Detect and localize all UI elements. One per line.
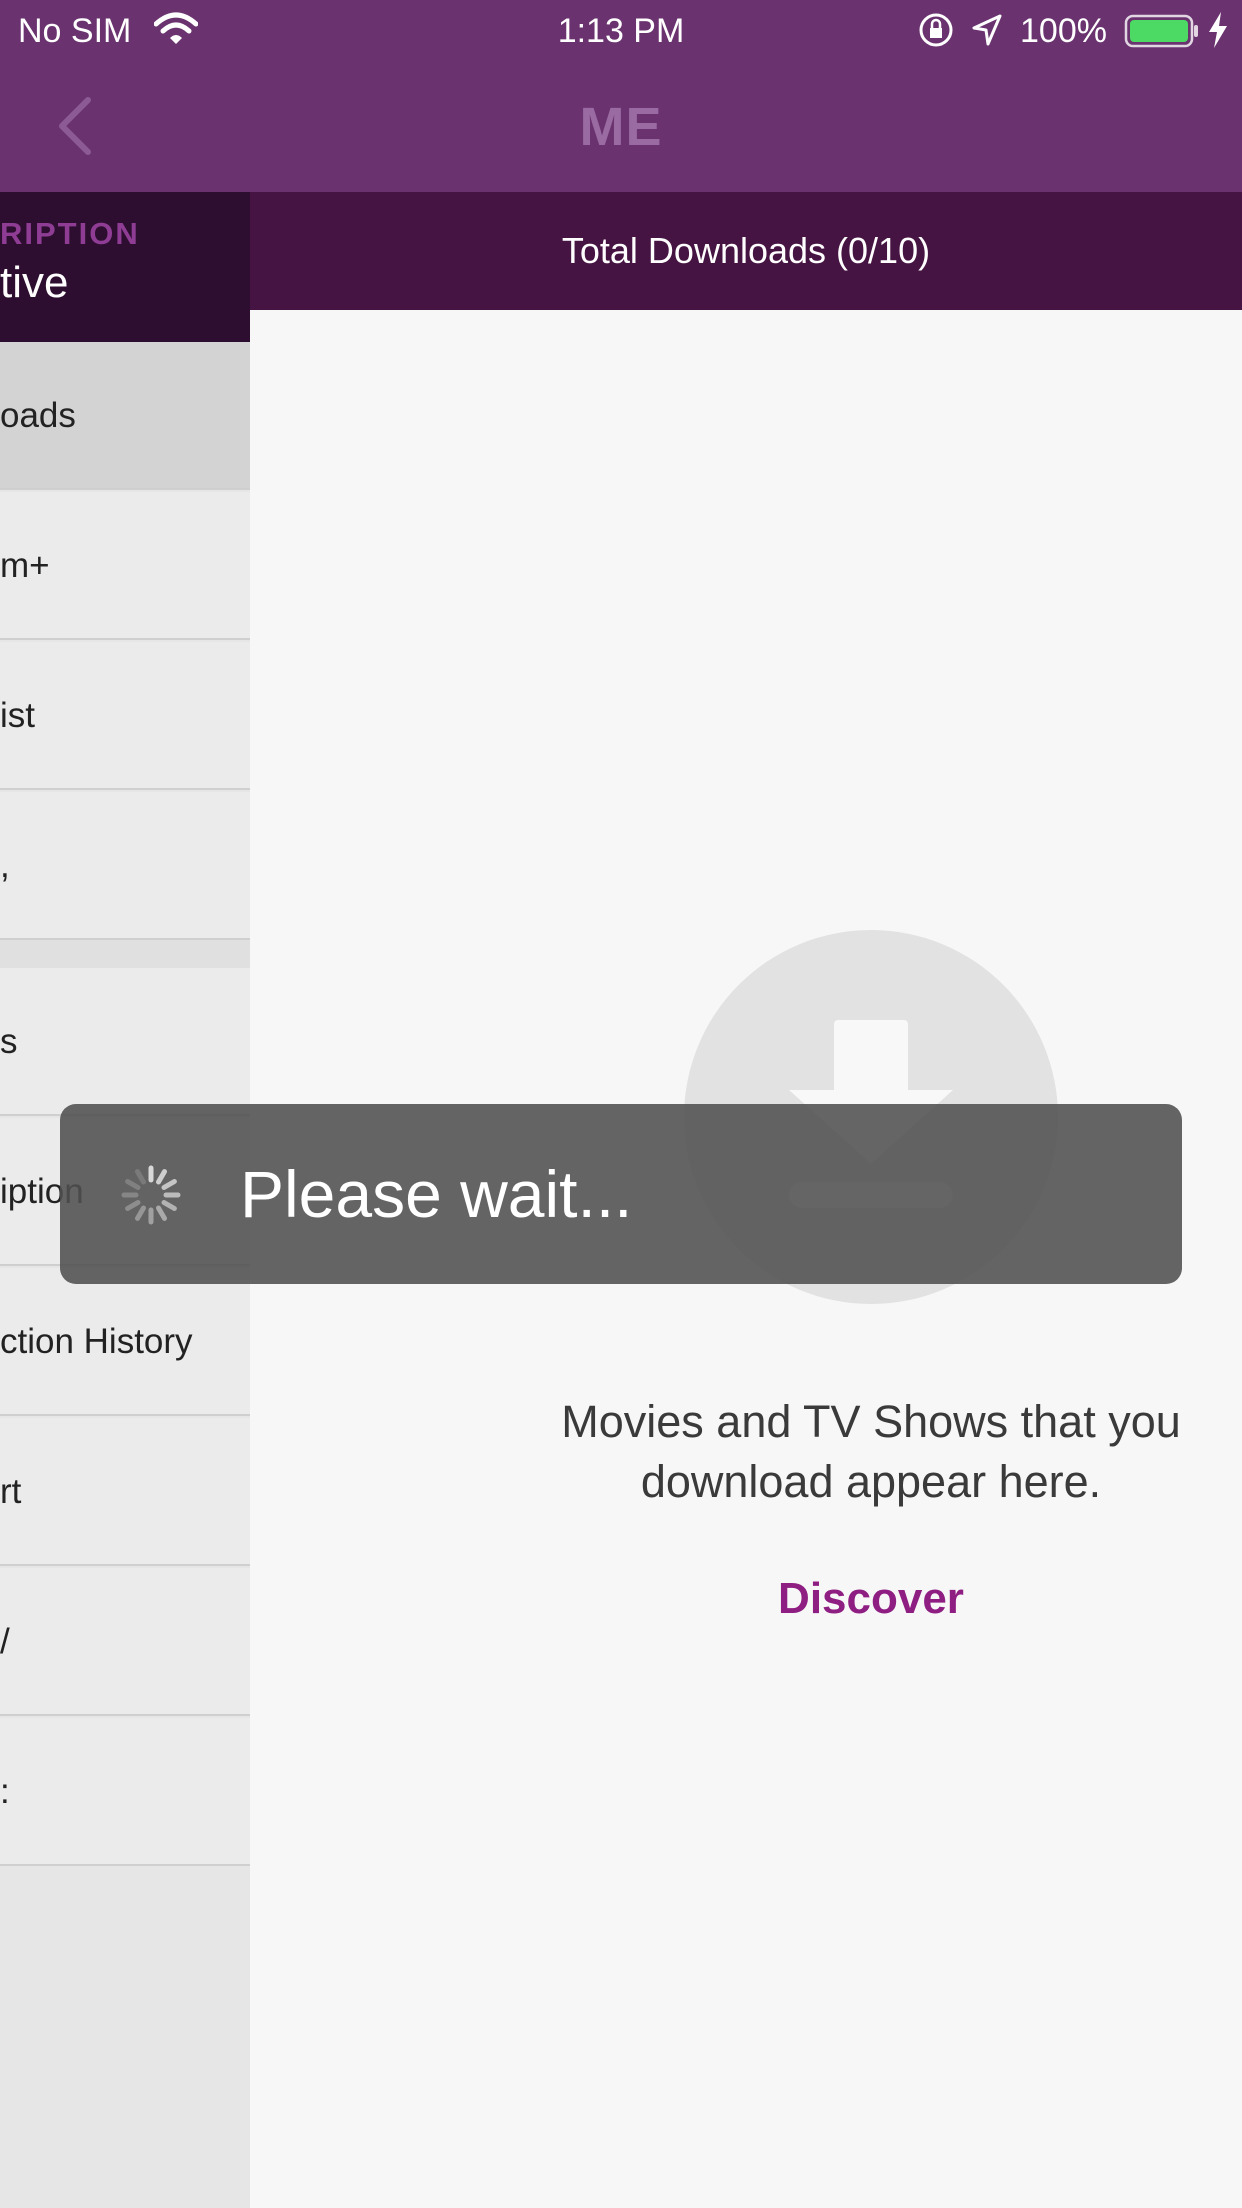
page-title: ME xyxy=(579,97,663,157)
sidebar-item-label: ist xyxy=(0,696,35,735)
top-bar: No SIM 1:13 PM 100% ME xyxy=(0,0,1242,192)
sidebar-item-watchlist[interactable]: ist xyxy=(0,642,250,790)
sidebar-item-history[interactable]: , xyxy=(0,792,250,940)
sidebar-item-label: oads xyxy=(0,396,76,435)
sidebar-item-label: , xyxy=(0,846,10,885)
sidebar-item-downloads[interactable]: oads xyxy=(0,342,250,490)
sidebar-item-label: rt xyxy=(0,1472,22,1511)
downloads-count-title: Total Downloads (0/10) xyxy=(561,230,931,271)
spinner-icon xyxy=(121,1165,181,1225)
sidebar-item-label: / xyxy=(0,1622,10,1661)
sidebar-item-transaction-history[interactable]: ction History xyxy=(0,1268,250,1416)
sidebar-item-settings[interactable]: s xyxy=(0,968,250,1116)
sidebar-item-label: m+ xyxy=(0,546,50,585)
location-icon xyxy=(972,14,1002,46)
sidebar-item-about[interactable]: : xyxy=(0,1718,250,1866)
subscription-header: RIPTION tive xyxy=(0,192,250,342)
downloads-header: Total Downloads (0/10) xyxy=(250,192,1242,310)
empty-state-message: Movies and TV Shows that you download ap… xyxy=(561,1396,1181,1507)
sidebar-item-label: : xyxy=(0,1772,10,1811)
sidebar-item-premium[interactable]: m+ xyxy=(0,492,250,640)
sidebar-item-label: s xyxy=(0,1022,18,1061)
sidebar-item-support[interactable]: rt xyxy=(0,1418,250,1566)
subscription-label: RIPTION xyxy=(0,216,140,251)
battery-icon xyxy=(1124,14,1198,48)
charging-icon xyxy=(1209,12,1227,48)
discover-link[interactable]: Discover xyxy=(500,1574,1242,1624)
loading-toast: Please wait... xyxy=(60,1104,1182,1284)
orientation-lock-icon xyxy=(919,13,953,47)
status-bar: No SIM 1:13 PM 100% xyxy=(0,0,1242,62)
menu-section-divider xyxy=(0,940,250,968)
subscription-status: tive xyxy=(0,258,69,307)
battery-percent: 100% xyxy=(1020,12,1107,50)
sidebar-item-label: ction History xyxy=(0,1322,193,1361)
loading-text: Please wait... xyxy=(240,1157,633,1231)
sidebar-item-privacy[interactable]: / xyxy=(0,1568,250,1716)
